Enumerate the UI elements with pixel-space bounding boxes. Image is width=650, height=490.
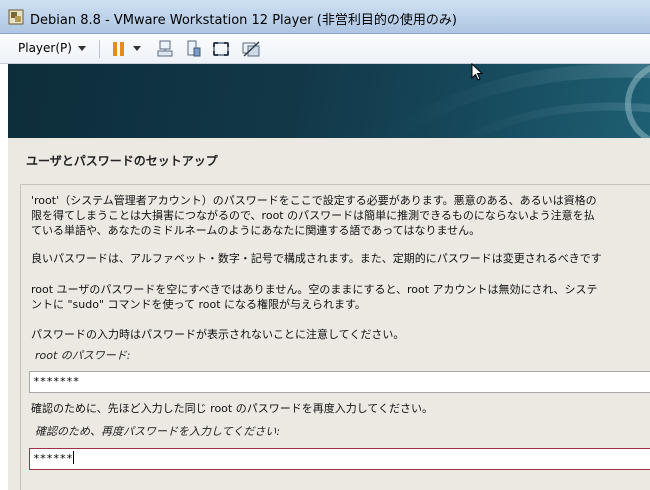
- pause-dropdown-chevron-icon[interactable]: [133, 46, 141, 51]
- toolbar-separator: [99, 40, 100, 58]
- unity-icon: [242, 41, 260, 57]
- pause-icon: [113, 42, 124, 56]
- installer-banner: [8, 64, 650, 138]
- confirm-password-value: ******: [33, 452, 73, 465]
- toolbar: Player(P): [0, 34, 650, 64]
- removable-devices-button[interactable]: [182, 38, 204, 60]
- mouse-pointer-icon: [471, 63, 483, 81]
- empty-root-note: root ユーザのパスワードを空にすべきではありません。空のままにすると、roo…: [31, 283, 598, 311]
- removable-devices-icon: [187, 40, 201, 57]
- section-title: ユーザとパスワードのセットアップ: [26, 154, 218, 168]
- fullscreen-button[interactable]: [210, 38, 232, 60]
- window-title: Debian 8.8 - VMware Workstation 12 Playe…: [30, 13, 457, 28]
- confirm-password-input[interactable]: ******: [29, 448, 650, 470]
- installer-content: 'root'（システム管理者アカウント）のパスワードをここで設定する必要がありま…: [20, 184, 650, 490]
- pause-button[interactable]: [108, 38, 130, 60]
- password-hidden-note: パスワードの入力時はパスワードが表示されないことに注意してください。: [31, 328, 405, 341]
- debian-swirl-graphic: [376, 64, 650, 138]
- confirm-password-label: 確認のため、再度パスワードを入力してください:: [35, 425, 281, 438]
- root-password-value: *******: [33, 375, 80, 388]
- text-cursor: [72, 451, 74, 464]
- send-ctrl-alt-del-button[interactable]: [154, 38, 176, 60]
- root-password-input[interactable]: *******: [29, 371, 650, 393]
- chevron-down-icon: [77, 46, 86, 51]
- fullscreen-icon: [213, 42, 229, 56]
- player-menu[interactable]: Player(P): [12, 38, 92, 58]
- unity-button[interactable]: [240, 38, 262, 60]
- vmware-app-icon: [8, 9, 24, 25]
- root-password-explanation: 'root'（システム管理者アカウント）のパスワードをここで設定する必要がありま…: [31, 194, 597, 237]
- root-password-label: root のパスワード:: [35, 349, 131, 362]
- send-ctrl-alt-del-icon: [157, 40, 173, 57]
- window-titlebar[interactable]: Debian 8.8 - VMware Workstation 12 Playe…: [0, 0, 650, 34]
- confirm-password-note: 確認のために、先ほど入力した同じ root のパスワードを再度入力してください。: [31, 402, 434, 415]
- player-menu-label: Player(P): [18, 41, 72, 55]
- good-password-note: 良いパスワードは、アルファベット・数字・記号で構成されます。また、定期的にパスワ…: [31, 252, 602, 265]
- guest-display[interactable]: ユーザとパスワードのセットアップ 'root'（システム管理者アカウント）のパス…: [8, 64, 650, 490]
